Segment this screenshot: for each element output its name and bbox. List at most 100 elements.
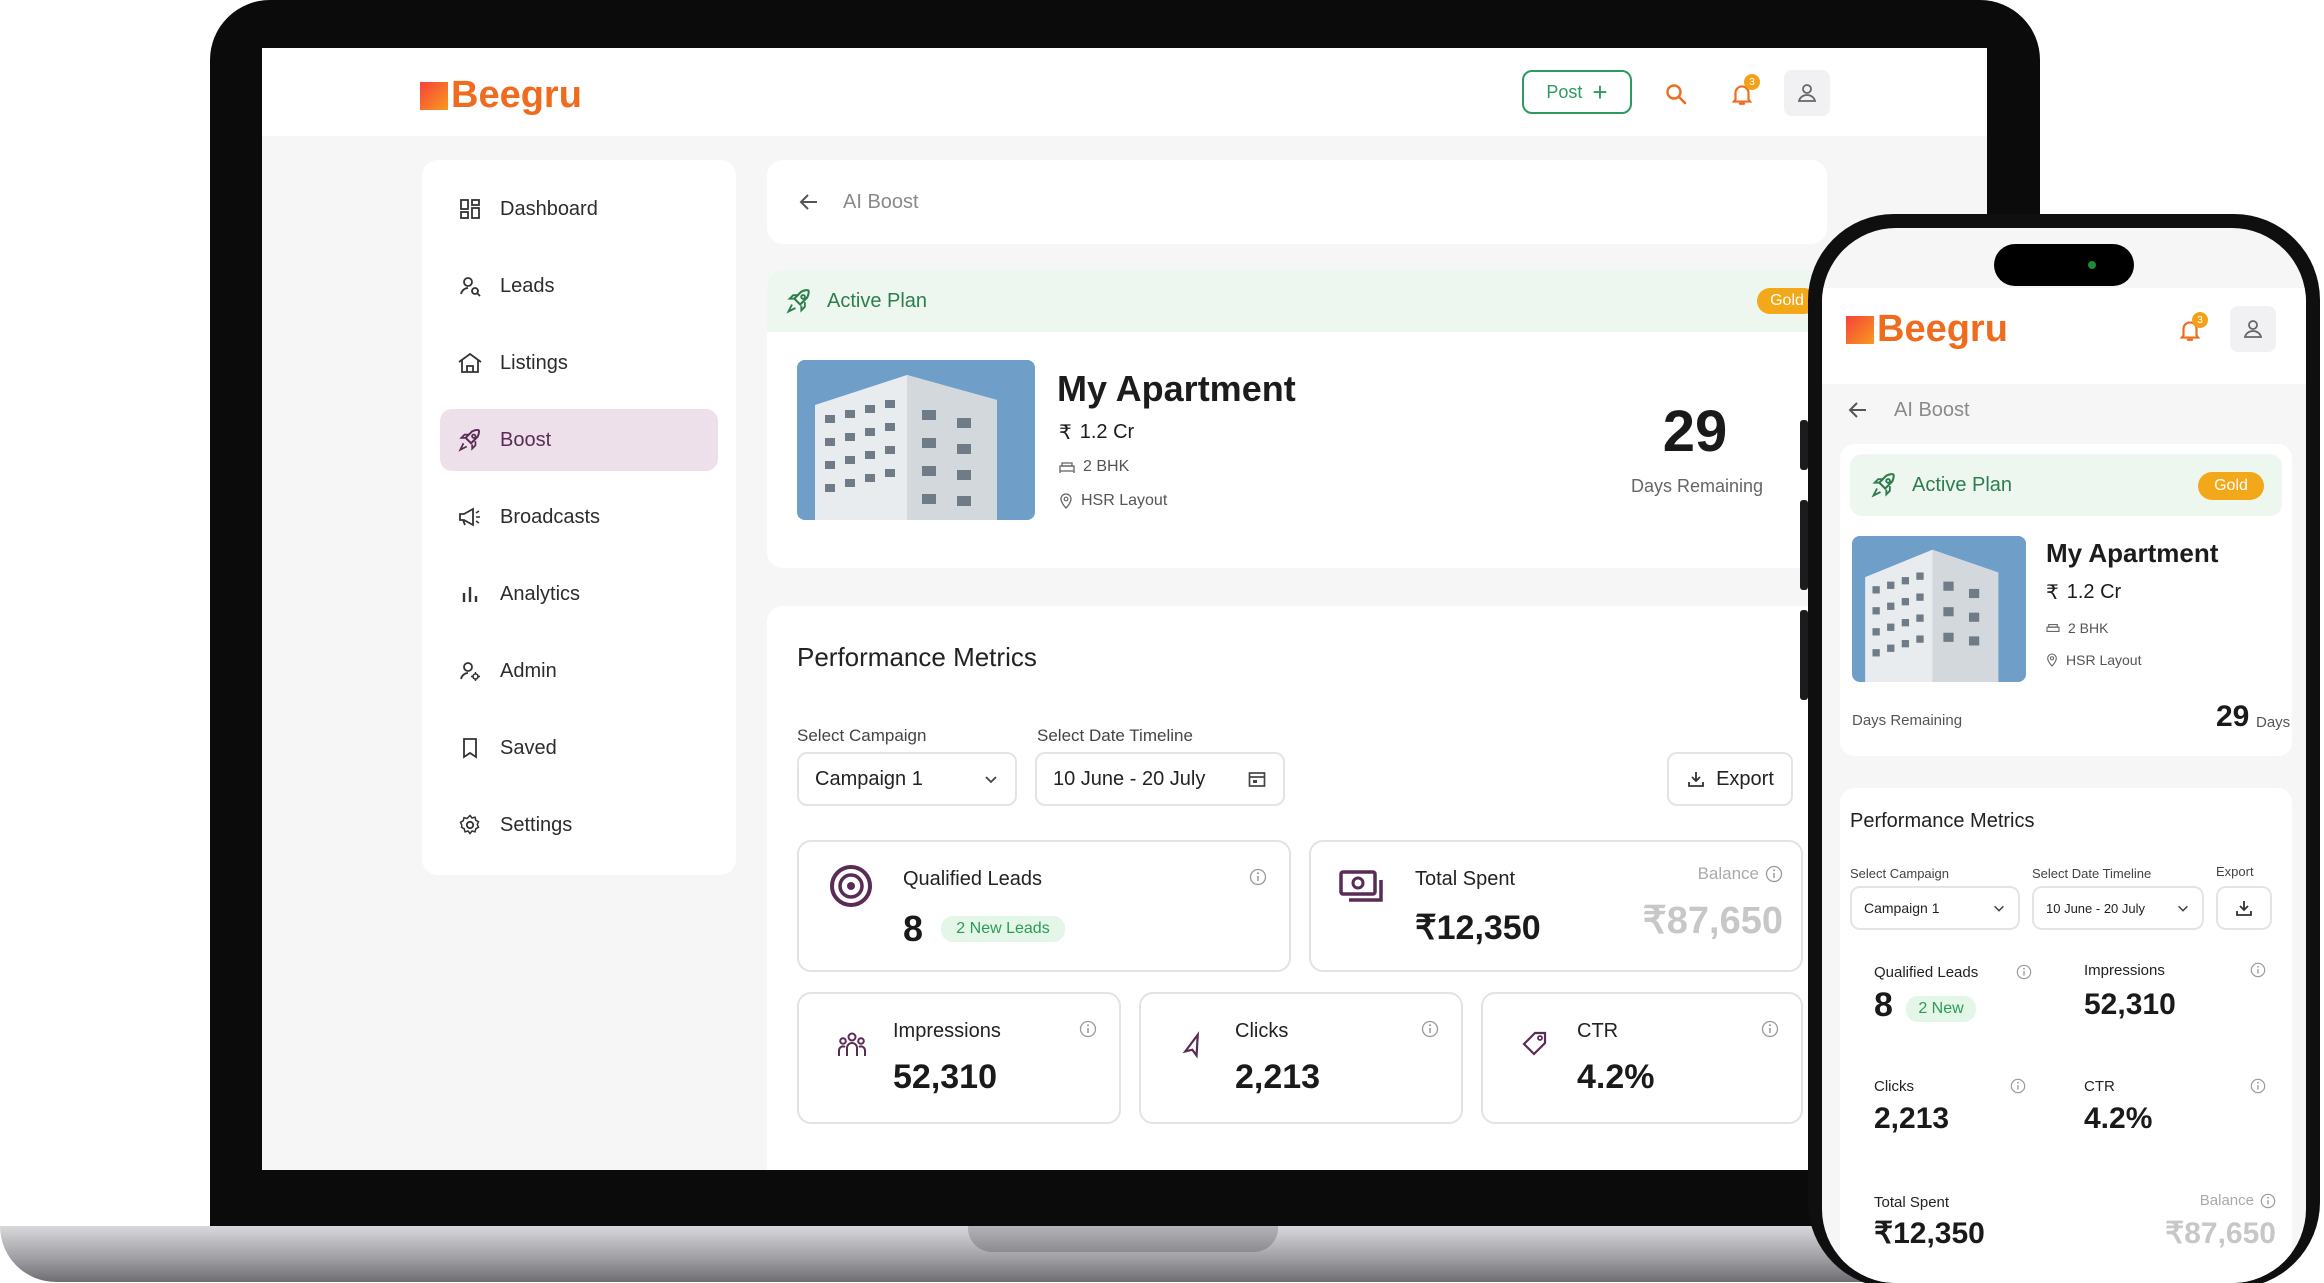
performance-metrics-card: Performance Metrics Select Campaign Camp… xyxy=(767,606,1827,1170)
campaign-select-label: Select Campaign xyxy=(1850,866,1949,881)
sidebar-item-listings[interactable]: Listings xyxy=(440,332,718,394)
phone-side-button xyxy=(1800,500,1808,590)
info-icon[interactable] xyxy=(2250,962,2266,978)
breadcrumb-label: AI Boost xyxy=(1894,398,1970,421)
campaign-select[interactable]: Campaign 1 xyxy=(797,752,1017,806)
sidebar-item-label: Admin xyxy=(500,659,557,682)
megaphone-icon xyxy=(459,507,480,527)
notifications-button[interactable]: 3 xyxy=(1722,74,1762,114)
download-icon xyxy=(1688,772,1704,787)
total-spent-label: Total Spent xyxy=(1874,1194,1950,1211)
logo-mark xyxy=(420,81,448,110)
profile-button[interactable] xyxy=(2230,306,2276,352)
info-icon[interactable] xyxy=(2250,1078,2266,1094)
ctr-label: CTR xyxy=(2084,1078,2115,1095)
phone-side-button xyxy=(1800,610,1808,700)
date-timeline-value: 10 June - 20 July xyxy=(1053,767,1206,790)
cursor-click-icon xyxy=(1182,1031,1200,1059)
info-icon[interactable] xyxy=(1761,1020,1779,1038)
active-plan-bar: Active Plan Gold xyxy=(1850,454,2282,516)
profile-button[interactable] xyxy=(1784,70,1830,116)
sidebar-item-boost[interactable]: Boost xyxy=(440,409,718,471)
info-icon[interactable] xyxy=(1249,868,1267,886)
back-arrow-icon[interactable] xyxy=(797,190,821,214)
active-plan-card: Active Plan Gold My Apartment ₹ 1.2 Cr 2… xyxy=(1840,444,2292,756)
property-bhk: 2 BHK xyxy=(2046,620,2108,636)
date-timeline-select[interactable]: 10 June - 20 July xyxy=(2032,886,2204,930)
total-spent-value: ₹12,350 xyxy=(1874,1217,1985,1250)
search-button[interactable] xyxy=(1658,76,1694,112)
qualified-leads-label: Qualified Leads xyxy=(903,868,1042,890)
brand-name: Beegru xyxy=(1877,308,2008,350)
impressions-card[interactable]: Impressions 52,310 xyxy=(797,992,1121,1124)
impressions-label: Impressions xyxy=(893,1020,1001,1042)
brand-logo[interactable]: Beegru xyxy=(1846,308,2008,351)
impressions-label: Impressions xyxy=(2084,962,2165,979)
impressions-value: 52,310 xyxy=(893,1058,997,1096)
sidebar-item-label: Dashboard xyxy=(500,197,598,220)
sidebar-item-label: Boost xyxy=(500,428,552,451)
total-spent-card[interactable]: Total Spent ₹12,350 Balance ₹87,650 xyxy=(1309,840,1803,972)
sidebar-item-analytics[interactable]: Analytics xyxy=(440,563,718,625)
audience-icon xyxy=(838,1032,866,1056)
search-icon xyxy=(1666,84,1687,105)
post-button[interactable]: Post + xyxy=(1522,70,1632,114)
sidebar-item-leads[interactable]: Leads xyxy=(440,255,718,317)
info-icon[interactable] xyxy=(2016,964,2032,980)
sidebar-item-broadcasts[interactable]: Broadcasts xyxy=(440,486,718,548)
export-button[interactable]: Export xyxy=(1667,752,1793,806)
info-icon[interactable] xyxy=(2260,1193,2276,1209)
clicks-label: Clicks xyxy=(1874,1078,1914,1095)
info-icon[interactable] xyxy=(1079,1020,1097,1038)
property-title: My Apartment xyxy=(2046,538,2219,568)
days-remaining-label: Days Remaining xyxy=(1630,476,1764,496)
performance-metrics-card: Performance Metrics Select Campaign Camp… xyxy=(1840,788,2292,1283)
location-pin-icon xyxy=(1060,493,1072,509)
device-mockup-scene: Beegru Post + 3 Dashboard Leads Listings… xyxy=(0,0,2324,1283)
info-icon[interactable] xyxy=(2010,1078,2026,1094)
laptop-notch xyxy=(968,1226,1278,1252)
plan-tier-badge: Gold xyxy=(2198,472,2264,500)
sidebar-item-settings[interactable]: Settings xyxy=(440,794,718,856)
days-remaining-label: Days Remaining xyxy=(1852,712,1963,729)
property-price: ₹ 1.2 Cr xyxy=(2046,581,2122,604)
sidebar-item-saved[interactable]: Saved xyxy=(440,717,718,779)
notifications-button[interactable]: 3 xyxy=(2172,312,2208,348)
days-remaining-value: 29 xyxy=(1662,399,1728,464)
campaign-select-value: Campaign 1 xyxy=(1864,900,1940,916)
brand-logo[interactable]: Beegru xyxy=(420,74,582,117)
breadcrumb: AI Boost xyxy=(1846,388,1970,432)
clicks-label: Clicks xyxy=(1235,1020,1289,1042)
phone-screen: Beegru 3 AI Boost Active Plan Gold My Ap… xyxy=(1822,228,2306,1283)
info-icon[interactable] xyxy=(1765,865,1783,883)
ctr-card[interactable]: CTR 4.2% xyxy=(1481,992,1803,1124)
gear-icon xyxy=(459,814,480,835)
clicks-card[interactable]: Clicks 2,213 xyxy=(1139,992,1463,1124)
logo-mark xyxy=(1846,315,1874,344)
date-timeline-label: Select Date Timeline xyxy=(2032,866,2152,881)
sidebar-item-admin[interactable]: Admin xyxy=(440,640,718,702)
sidebar-item-label: Analytics xyxy=(500,582,581,605)
rocket-icon xyxy=(786,289,810,314)
tag-icon xyxy=(1522,1031,1547,1056)
back-arrow-icon[interactable] xyxy=(1846,398,1870,422)
laptop-screen: Beegru Post + 3 Dashboard Leads Listings… xyxy=(262,48,1987,1170)
info-icon[interactable] xyxy=(1421,1020,1439,1038)
export-button[interactable] xyxy=(2216,886,2272,930)
balance-value: ₹87,650 xyxy=(1642,900,1783,942)
balance-value: ₹87,650 xyxy=(2165,1217,2276,1250)
property-image xyxy=(797,360,1035,520)
chevron-down-icon xyxy=(2178,905,2188,912)
target-icon xyxy=(830,865,872,907)
qualified-leads-card[interactable]: Qualified Leads 8 2 New Leads xyxy=(797,840,1291,972)
bed-icon xyxy=(2046,624,2060,632)
new-leads-badge: 2 New Leads xyxy=(941,916,1065,942)
campaign-select[interactable]: Campaign 1 xyxy=(1850,886,2020,930)
sidebar-item-dashboard[interactable]: Dashboard xyxy=(440,178,718,240)
total-spent-value: ₹12,350 xyxy=(1415,909,1541,947)
date-timeline-value: 10 June - 20 July xyxy=(2046,900,2146,916)
property-image xyxy=(1852,536,2026,682)
chevron-down-icon xyxy=(1994,905,2004,912)
date-timeline-select[interactable]: 10 June - 20 July xyxy=(1035,752,1285,806)
ctr-label: CTR xyxy=(1577,1020,1619,1042)
